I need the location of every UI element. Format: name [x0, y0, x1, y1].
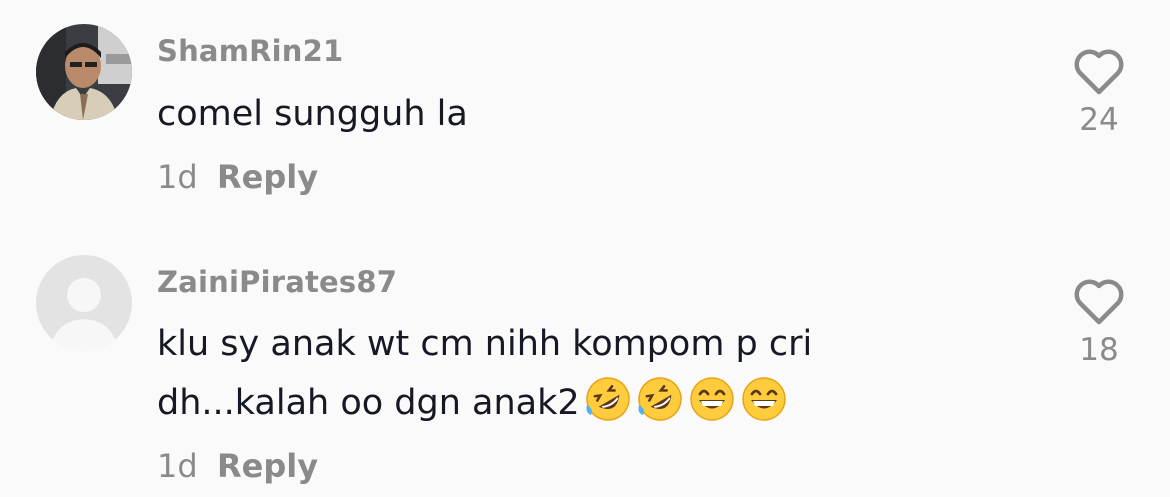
- comment-line: klu sy anak wt cm nihh kompom p cri: [157, 324, 813, 364]
- grinning-face-with-smiling-eyes-emoji-icon: [741, 377, 786, 421]
- like-count: 24: [1079, 102, 1119, 138]
- user-photo-avatar: [36, 24, 132, 120]
- comment-item: ShamRin21 comel sungguh la 1d Reply 24: [0, 22, 1170, 222]
- comment-meta: 1d Reply: [157, 158, 318, 196]
- avatar[interactable]: [36, 255, 132, 351]
- heart-outline-icon: [1074, 49, 1124, 95]
- avatar[interactable]: [36, 24, 132, 120]
- comment-time: 1d: [157, 158, 198, 196]
- username[interactable]: ZainiPirates87: [157, 265, 397, 299]
- like-button[interactable]: 24: [1060, 48, 1138, 138]
- comments-section: ShamRin21 comel sungguh la 1d Reply 24 Za…: [0, 0, 1170, 497]
- rolling-on-floor-laughing-emoji-icon: [637, 377, 682, 421]
- default-avatar-icon: [36, 255, 132, 351]
- comment-text: klu sy anak wt cm nihh kompom p cri dh..…: [157, 315, 812, 433]
- comment-line: dh...kalah oo dgn anak2: [157, 383, 580, 423]
- heart-outline-icon: [1074, 279, 1124, 325]
- reply-button[interactable]: Reply: [217, 447, 318, 485]
- username[interactable]: ShamRin21: [157, 34, 343, 68]
- comment-meta: 1d Reply: [157, 447, 318, 485]
- grinning-face-with-smiling-eyes-emoji-icon: [689, 377, 734, 421]
- rolling-on-floor-laughing-emoji-icon: [585, 377, 630, 421]
- comment-text: comel sungguh la: [157, 85, 468, 144]
- comment-line-with-emoji: dh...kalah oo dgn anak2: [157, 374, 812, 433]
- comment-line: comel sungguh la: [157, 94, 468, 134]
- reply-button[interactable]: Reply: [217, 158, 318, 196]
- comment-time: 1d: [157, 447, 198, 485]
- like-button[interactable]: 18: [1060, 278, 1138, 368]
- comment-item: ZainiPirates87 klu sy anak wt cm nihh ko…: [0, 253, 1170, 493]
- like-count: 18: [1079, 332, 1119, 368]
